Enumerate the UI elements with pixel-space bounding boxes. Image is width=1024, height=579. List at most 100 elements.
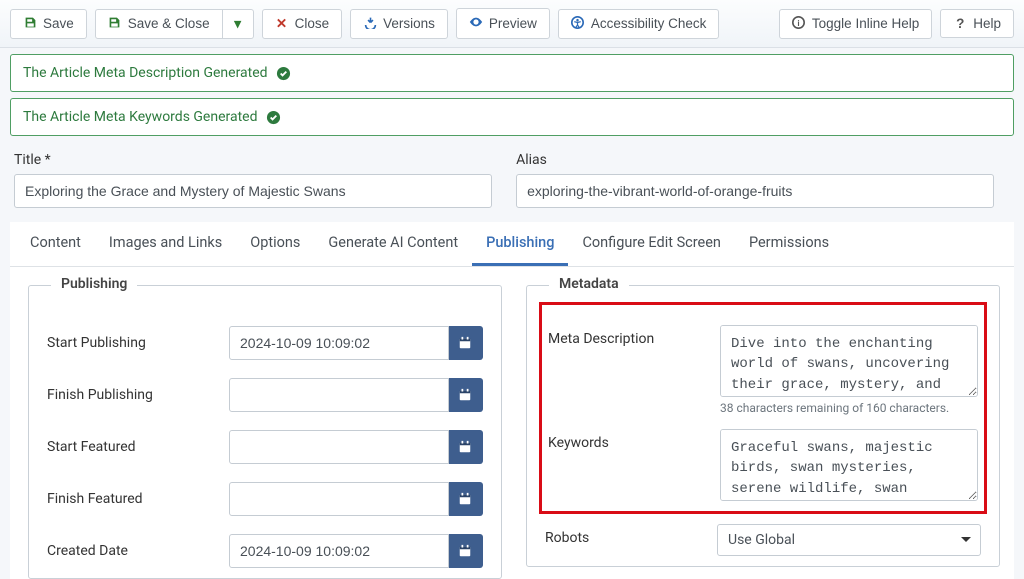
- metadata-highlight: Meta Description 38 characters remaining…: [539, 302, 987, 514]
- tab-permissions[interactable]: Permissions: [735, 222, 843, 266]
- finish-publishing-field[interactable]: [229, 378, 449, 412]
- preview-label: Preview: [489, 16, 537, 31]
- versions-icon: [363, 16, 377, 32]
- alert-text: The Article Meta Keywords Generated: [23, 109, 258, 125]
- tab-generate-ai[interactable]: Generate AI Content: [314, 222, 472, 266]
- metadata-fieldset: Metadata Meta Description 38 characters …: [526, 285, 1000, 567]
- save-close-dropdown-button[interactable]: ▾: [223, 9, 254, 39]
- save-close-label: Save & Close: [128, 16, 210, 31]
- toggle-help-button[interactable]: i Toggle Inline Help: [779, 9, 932, 39]
- alias-label: Alias: [516, 152, 994, 168]
- alert-text: The Article Meta Description Generated: [23, 65, 268, 81]
- row-finish-publishing: Finish Publishing: [47, 378, 483, 412]
- robots-label: Robots: [545, 524, 705, 556]
- close-icon: ✕: [275, 16, 289, 32]
- title-column: Title *: [14, 152, 492, 208]
- close-button[interactable]: ✕ Close: [262, 9, 343, 39]
- metadata-legend: Metadata: [549, 276, 629, 292]
- created-date-field[interactable]: [229, 534, 449, 568]
- title-alias-row: Title * Alias: [0, 142, 1024, 222]
- metadata-pane: Metadata Meta Description 38 characters …: [526, 285, 1000, 579]
- help-label: Help: [973, 16, 1001, 31]
- start-publishing-field[interactable]: [229, 326, 449, 360]
- start-featured-group: [229, 430, 483, 464]
- check-circle-icon: [276, 66, 291, 81]
- keywords-label: Keywords: [548, 429, 708, 501]
- alert-meta-description: The Article Meta Description Generated: [10, 54, 1014, 92]
- save-icon: [108, 16, 122, 32]
- finish-publishing-group: [229, 378, 483, 412]
- save-label: Save: [43, 16, 74, 31]
- alerts-region: The Article Meta Description Generated T…: [0, 48, 1024, 136]
- title-label: Title *: [14, 152, 492, 168]
- tab-images-links[interactable]: Images and Links: [95, 222, 236, 266]
- meta-description-field[interactable]: [720, 325, 978, 397]
- calendar-icon: [458, 336, 472, 350]
- panes: Publishing Start Publishing Finish Publi…: [10, 267, 1014, 579]
- created-date-label: Created Date: [47, 543, 217, 559]
- row-start-publishing: Start Publishing: [47, 326, 483, 360]
- alert-meta-keywords: The Article Meta Keywords Generated: [10, 98, 1014, 136]
- robots-select[interactable]: Use Global: [717, 524, 981, 556]
- created-date-calendar-button[interactable]: [449, 534, 483, 568]
- calendar-icon: [458, 492, 472, 506]
- toggle-help-label: Toggle Inline Help: [812, 16, 919, 31]
- finish-featured-group: [229, 482, 483, 516]
- start-publishing-calendar-button[interactable]: [449, 326, 483, 360]
- svg-text:i: i: [798, 18, 800, 27]
- versions-button[interactable]: Versions: [350, 9, 448, 39]
- start-featured-field[interactable]: [229, 430, 449, 464]
- row-robots: Robots Use Global: [545, 524, 981, 556]
- save-close-group: Save & Close ▾: [95, 9, 254, 39]
- tabs: Content Images and Links Options Generat…: [10, 222, 1014, 267]
- save-close-button[interactable]: Save & Close: [95, 9, 223, 39]
- calendar-icon: [458, 440, 472, 454]
- robots-select-wrap: Use Global: [717, 524, 981, 556]
- info-icon: i: [792, 16, 806, 32]
- start-featured-calendar-button[interactable]: [449, 430, 483, 464]
- accessibility-icon: [571, 16, 585, 32]
- created-date-group: [229, 534, 483, 568]
- question-icon: ?: [953, 16, 967, 31]
- chevron-down-icon: ▾: [231, 16, 245, 32]
- publishing-pane: Publishing Start Publishing Finish Publi…: [28, 285, 502, 579]
- row-keywords: Keywords: [548, 429, 978, 501]
- start-publishing-label: Start Publishing: [47, 335, 217, 351]
- tab-configure-edit[interactable]: Configure Edit Screen: [568, 222, 734, 266]
- tab-publishing[interactable]: Publishing: [472, 222, 568, 266]
- tab-content[interactable]: Content: [16, 222, 95, 266]
- row-finish-featured: Finish Featured: [47, 482, 483, 516]
- publishing-legend: Publishing: [51, 276, 137, 292]
- eye-icon: [469, 15, 483, 32]
- tab-options[interactable]: Options: [236, 222, 314, 266]
- start-publishing-group: [229, 326, 483, 360]
- start-featured-label: Start Featured: [47, 439, 217, 455]
- preview-button[interactable]: Preview: [456, 8, 550, 39]
- help-button[interactable]: ? Help: [940, 9, 1014, 38]
- save-button[interactable]: Save: [10, 9, 87, 39]
- accessibility-button[interactable]: Accessibility Check: [558, 9, 720, 39]
- meta-description-hint: 38 characters remaining of 160 character…: [720, 401, 978, 415]
- finish-publishing-label: Finish Publishing: [47, 387, 217, 403]
- row-created-date: Created Date: [47, 534, 483, 568]
- alias-field[interactable]: [516, 174, 994, 208]
- meta-description-right: 38 characters remaining of 160 character…: [720, 325, 978, 415]
- meta-description-label: Meta Description: [548, 325, 708, 415]
- row-meta-description: Meta Description 38 characters remaining…: [548, 325, 978, 415]
- calendar-icon: [458, 388, 472, 402]
- finish-publishing-calendar-button[interactable]: [449, 378, 483, 412]
- finish-featured-label: Finish Featured: [47, 491, 217, 507]
- close-label: Close: [295, 16, 330, 31]
- row-start-featured: Start Featured: [47, 430, 483, 464]
- finish-featured-calendar-button[interactable]: [449, 482, 483, 516]
- title-field[interactable]: [14, 174, 492, 208]
- versions-label: Versions: [383, 16, 435, 31]
- accessibility-label: Accessibility Check: [591, 16, 707, 31]
- publishing-fieldset: Publishing Start Publishing Finish Publi…: [28, 285, 502, 579]
- calendar-icon: [458, 544, 472, 558]
- finish-featured-field[interactable]: [229, 482, 449, 516]
- save-icon: [23, 16, 37, 32]
- keywords-field[interactable]: [720, 429, 978, 501]
- alias-column: Alias: [516, 152, 994, 208]
- check-circle-icon: [266, 110, 281, 125]
